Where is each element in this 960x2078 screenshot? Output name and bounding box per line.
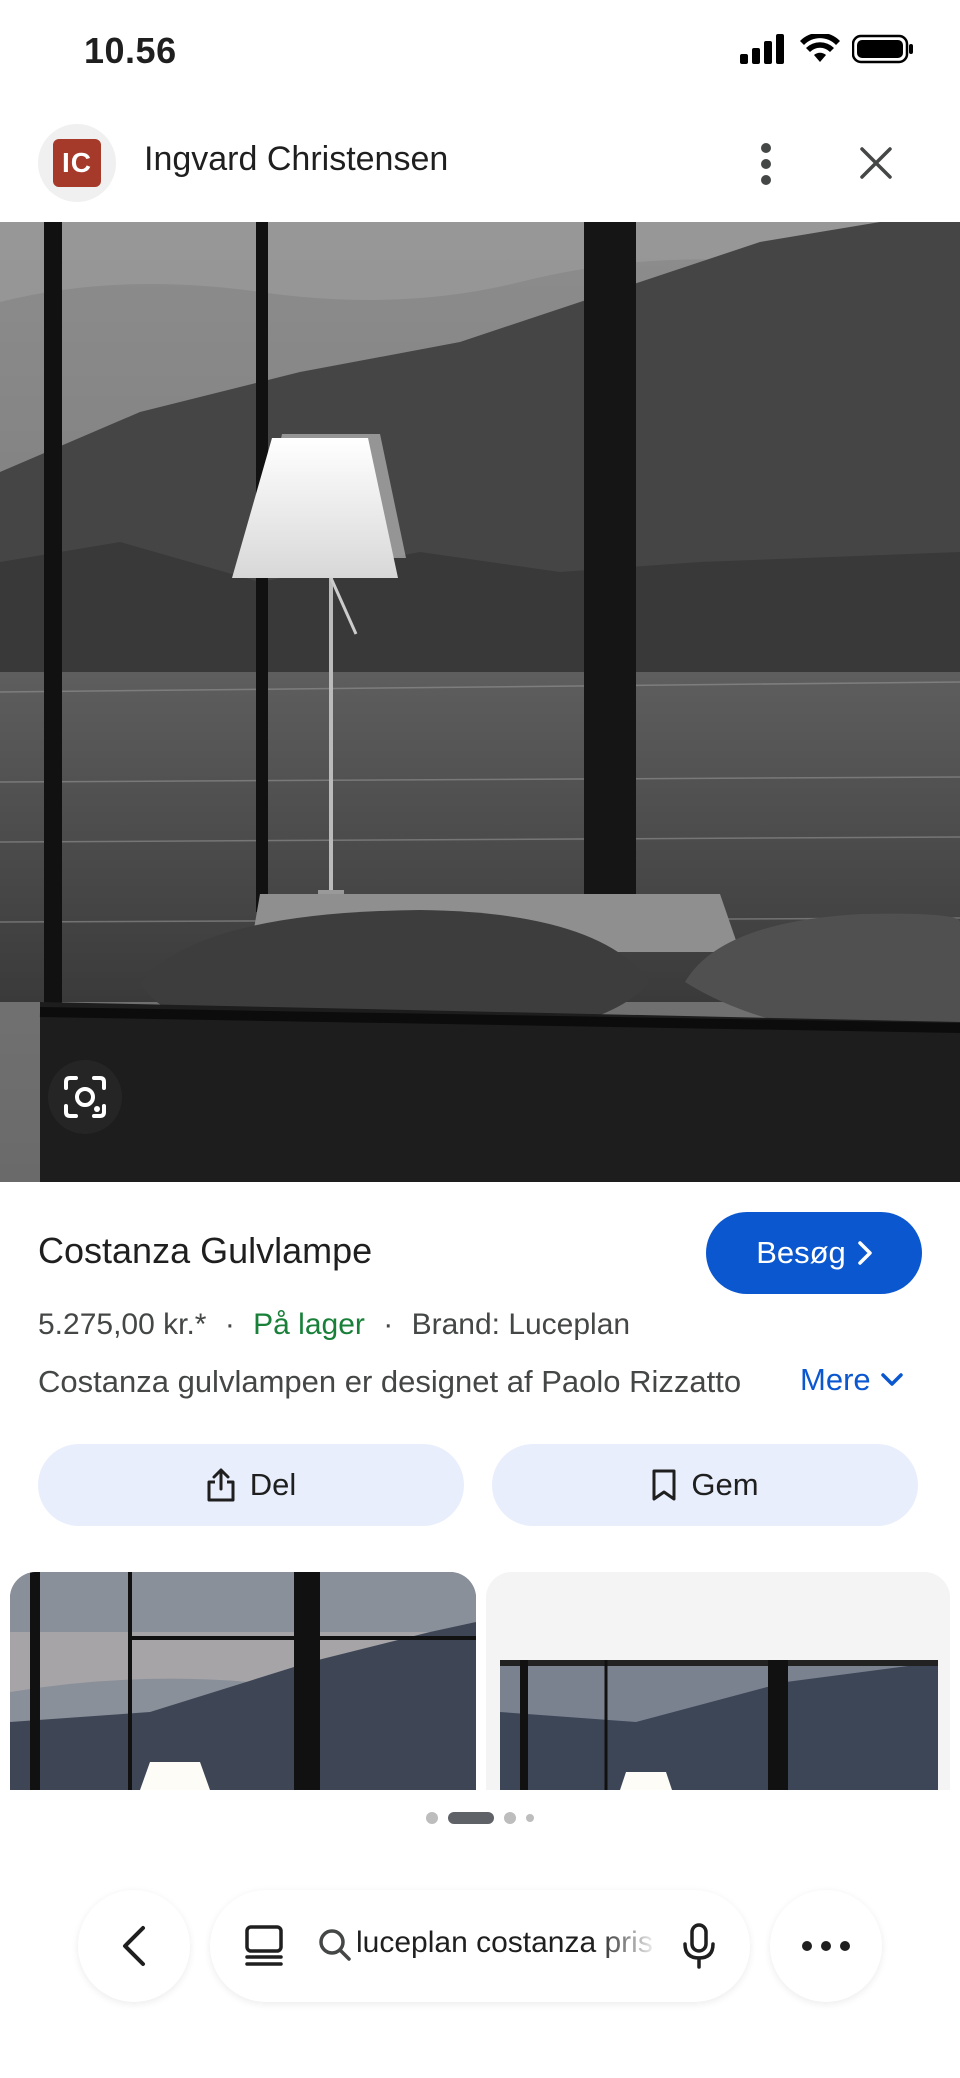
bookmark-icon: [652, 1469, 676, 1501]
product-image[interactable]: [0, 222, 960, 1182]
page-dot-active: [448, 1812, 494, 1824]
separator: ·: [383, 1308, 394, 1341]
page-dot: [504, 1812, 516, 1824]
status-time: 10.56: [84, 30, 177, 71]
related-image[interactable]: [486, 1572, 950, 1790]
share-button[interactable]: Del: [38, 1444, 464, 1526]
page-indicator: [0, 1812, 960, 1824]
chevron-right-icon: [858, 1241, 872, 1265]
status-icons: [740, 34, 914, 64]
related-image-art: [486, 1572, 950, 1790]
signal-icon: [740, 34, 784, 64]
page-dot: [526, 1814, 534, 1822]
chevron-down-icon: [880, 1373, 903, 1386]
related-images: [0, 1572, 960, 1790]
more-vert-icon[interactable]: [746, 136, 786, 192]
search-bar[interactable]: luceplan costanza pris: [210, 1890, 750, 2002]
lens-icon[interactable]: [48, 1060, 122, 1134]
share-icon: [207, 1468, 235, 1502]
account-name: Ingvard Christensen: [144, 140, 449, 178]
share-label: Del: [249, 1467, 297, 1502]
product-title: Costanza Gulvlampe: [38, 1230, 373, 1271]
more-horiz-icon[interactable]: [770, 1890, 882, 2002]
close-icon[interactable]: [850, 134, 902, 192]
product-description: Costanza gulvlampen er designet af Paolo…: [38, 1364, 742, 1399]
save-label: Gem: [691, 1467, 759, 1502]
separator: ·: [224, 1308, 235, 1341]
status-bar: 10.56: [0, 0, 960, 110]
product-meta: 5.275,00 kr.* · På lager · Brand: Lucepl…: [38, 1308, 630, 1342]
chevron-left-icon: [123, 1926, 145, 1966]
header: IC Ingvard Christensen: [0, 110, 960, 222]
stock-status: På lager: [253, 1308, 365, 1341]
battery-icon: [852, 34, 913, 64]
search-query[interactable]: luceplan costanza pris: [356, 1926, 658, 1960]
avatar[interactable]: IC: [38, 124, 116, 202]
wifi-icon: [800, 34, 840, 62]
tabs-icon[interactable]: [244, 1924, 284, 1968]
related-image-art: [10, 1572, 476, 1790]
page-dot: [426, 1812, 438, 1824]
back-button[interactable]: [78, 1890, 190, 2002]
bottom-bar: luceplan costanza pris: [0, 1880, 960, 2010]
product-brand: Brand: Luceplan: [411, 1308, 631, 1341]
more-link[interactable]: Mere: [800, 1362, 903, 1398]
search-icon: [319, 1929, 351, 1961]
save-button[interactable]: Gem: [492, 1444, 918, 1526]
more-label: Mere: [800, 1362, 871, 1397]
product-price: 5.275,00 kr.*: [38, 1308, 207, 1341]
mic-icon[interactable]: [682, 1922, 716, 1970]
visit-label: Besøg: [756, 1235, 846, 1270]
product-image-art: [0, 222, 960, 1182]
visit-button[interactable]: Besøg: [706, 1212, 922, 1294]
related-image[interactable]: [10, 1572, 476, 1790]
avatar-initials: IC: [53, 139, 101, 187]
